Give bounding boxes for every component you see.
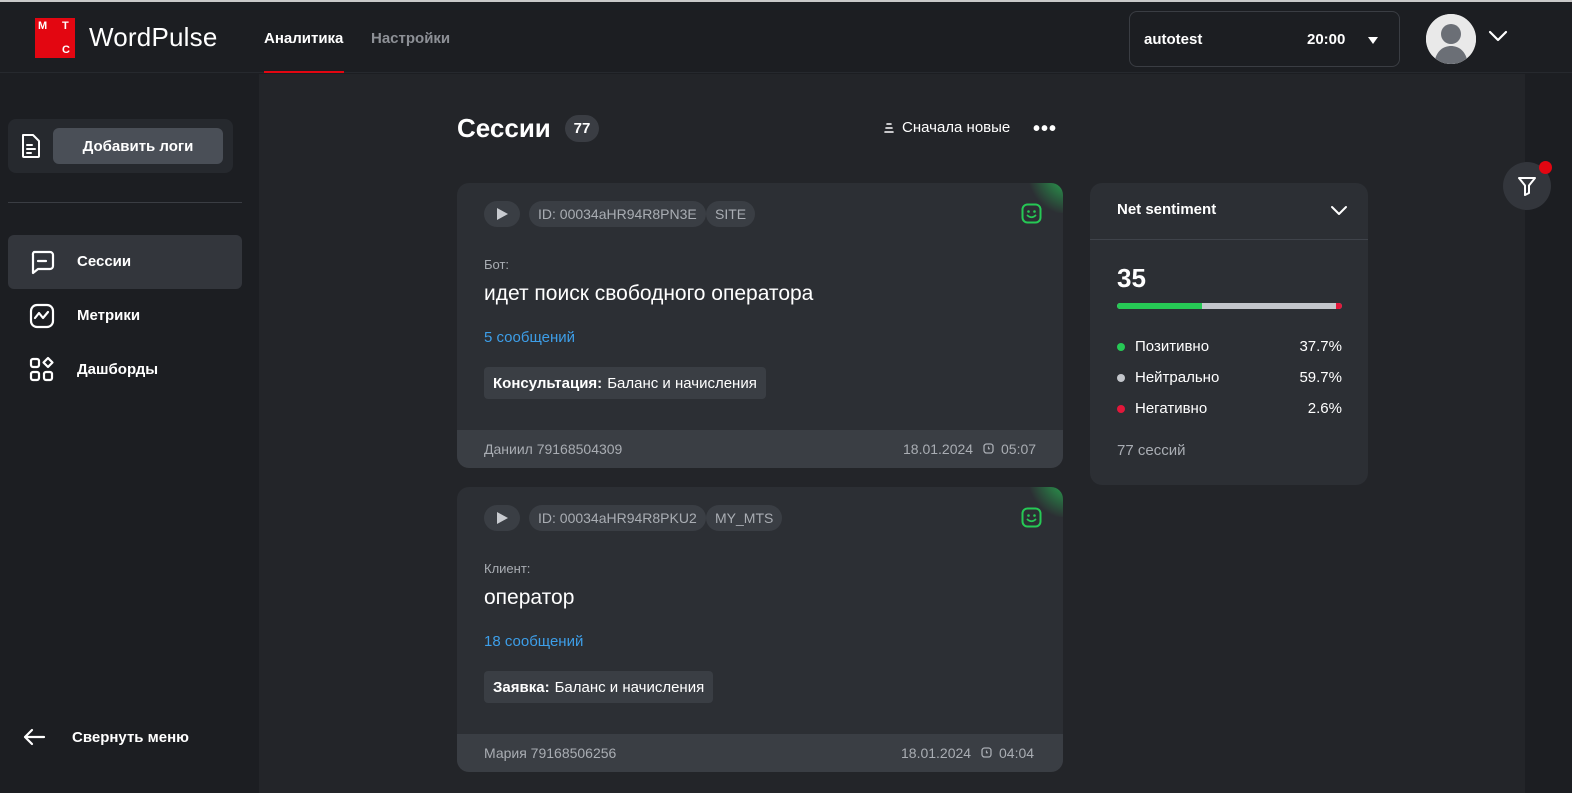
net-sentiment-panel: Net sentiment 35 Позитивно 37.7% Нейтрал… — [1090, 183, 1368, 485]
sentiment-bar-segment — [1202, 303, 1336, 309]
legend-value: 2.6% — [1307, 400, 1342, 417]
add-logs-button[interactable]: Добавить логи — [53, 128, 223, 164]
play-icon — [497, 512, 508, 524]
topic-type: Заявка: — [493, 678, 550, 696]
caret-down-icon — [1368, 37, 1378, 44]
speaker-label: Клиент: — [484, 561, 531, 576]
legend-neutral: Нейтрально 59.7% — [1117, 368, 1342, 388]
legend-value: 37.7% — [1299, 338, 1342, 355]
arrow-left-icon — [23, 728, 46, 746]
active-filter-indicator — [1539, 161, 1552, 174]
legend-value: 59.7% — [1299, 369, 1342, 386]
sentiment-bar-segment — [1336, 303, 1342, 309]
session-id-chip: ID: 00034aHR94R8PN3E — [529, 201, 706, 227]
more-options-button[interactable]: ••• — [1033, 118, 1057, 141]
session-date: 18.01.2024 — [901, 745, 972, 761]
legend-label: Позитивно — [1135, 338, 1210, 355]
topic-name: Баланс и начисления — [607, 374, 757, 392]
clock-icon — [983, 443, 994, 454]
collapse-menu-button[interactable]: Свернуть меню — [22, 726, 222, 750]
topic-type: Консультация: — [493, 374, 603, 392]
messages-count-link[interactable]: 18 сообщений — [484, 633, 583, 650]
tab-settings[interactable]: Настройки — [371, 30, 450, 47]
sidebar-divider — [8, 202, 242, 203]
brand-name: WordPulse — [89, 22, 218, 52]
legend-dot — [1117, 343, 1125, 351]
page-title: Сессии — [457, 113, 551, 143]
panel-divider — [1090, 239, 1368, 240]
sidebar-item-label: Метрики — [77, 307, 141, 324]
legend-label: Негативно — [1135, 400, 1208, 417]
legend-positive: Позитивно 37.7% — [1117, 337, 1342, 357]
document-icon — [22, 134, 40, 158]
topic-tag: Консультация: Баланс и начисления — [484, 367, 766, 399]
user-silhouette-icon — [1426, 14, 1476, 64]
active-tab-indicator — [264, 71, 344, 73]
logo-letter: С — [62, 44, 70, 56]
add-logs-panel: Добавить логи — [8, 119, 233, 173]
dashboards-icon — [29, 356, 54, 382]
logo-letter: Т — [62, 20, 69, 32]
collapse-menu-label: Свернуть меню — [72, 729, 189, 746]
last-message: оператор — [484, 586, 575, 609]
card-footer: Даниил 79168504309 18.01.2024 05:07 — [457, 430, 1063, 468]
card-footer: Мария 79168506256 18.01.2024 04:04 — [457, 734, 1063, 772]
session-id-chip: ID: 00034aHR94R8PKU2 — [529, 505, 706, 531]
app-header: М Т С WordPulse Аналитика Настройки auto… — [0, 2, 1572, 73]
metrics-icon — [29, 303, 55, 329]
account-selector[interactable]: autotest 20:00 — [1129, 11, 1400, 67]
sort-label: Сначала новые — [902, 119, 1011, 136]
account-name: autotest — [1144, 31, 1203, 48]
play-icon — [497, 208, 508, 220]
positive-smile-icon — [1021, 507, 1042, 528]
sentiment-bar-segment — [1117, 303, 1202, 309]
logo-letter: М — [38, 20, 48, 32]
sidebar: Добавить логи Сессии Метрики Дашборды Св… — [0, 74, 258, 793]
client-info: Даниил 79168504309 — [484, 441, 623, 457]
account-time: 20:00 — [1307, 31, 1346, 48]
sidebar-item-label: Дашборды — [77, 361, 159, 378]
chevron-down-icon[interactable] — [1488, 29, 1508, 43]
avatar[interactable] — [1426, 14, 1476, 64]
positive-smile-icon — [1021, 203, 1042, 224]
chat-icon — [31, 250, 55, 275]
legend-label: Нейтрально — [1135, 369, 1220, 386]
sentiment-score: 35 — [1117, 263, 1146, 293]
session-card[interactable]: ID: 00034aHR94R8PN3E SITE Бот: идет поис… — [457, 183, 1063, 468]
sessions-count-badge: 77 — [565, 115, 599, 142]
client-info: Мария 79168506256 — [484, 745, 617, 761]
legend-dot — [1117, 374, 1125, 382]
session-time: 04:04 — [999, 745, 1035, 761]
channel-chip: SITE — [706, 201, 756, 227]
session-date: 18.01.2024 — [903, 441, 974, 457]
mts-logo[interactable]: М Т С — [35, 18, 75, 58]
play-button[interactable] — [484, 201, 520, 227]
panel-title: Net sentiment — [1117, 201, 1217, 218]
sidebar-item-dashboards[interactable]: Дашборды — [8, 343, 242, 397]
sidebar-item-label: Сессии — [77, 253, 132, 270]
sentiment-bar — [1117, 303, 1342, 309]
filter-icon — [1518, 177, 1536, 196]
legend-dot — [1117, 405, 1125, 413]
legend-negative: Негативно 2.6% — [1117, 399, 1342, 419]
sidebar-item-metrics[interactable]: Метрики — [8, 289, 242, 343]
sort-icon — [884, 123, 894, 133]
channel-chip: MY_MTS — [706, 505, 783, 531]
panel-sessions-count: 77 сессий — [1117, 442, 1186, 459]
session-card[interactable]: ID: 00034aHR94R8PKU2 MY_MTS Клиент: опер… — [457, 487, 1063, 772]
topic-tag: Заявка: Баланс и начисления — [484, 671, 714, 703]
speaker-label: Бот: — [484, 257, 510, 272]
chevron-down-icon[interactable] — [1330, 204, 1348, 216]
session-time: 05:07 — [1001, 441, 1037, 457]
tab-analytics[interactable]: Аналитика — [264, 30, 343, 47]
messages-count-link[interactable]: 5 сообщений — [484, 329, 575, 346]
play-button[interactable] — [484, 505, 520, 531]
sidebar-item-sessions[interactable]: Сессии — [8, 235, 242, 289]
clock-icon — [981, 747, 992, 758]
topic-name: Баланс и начисления — [554, 678, 705, 696]
sort-button[interactable]: Сначала новые — [884, 119, 1010, 136]
last-message: идет поиск свободного оператора — [484, 282, 814, 305]
